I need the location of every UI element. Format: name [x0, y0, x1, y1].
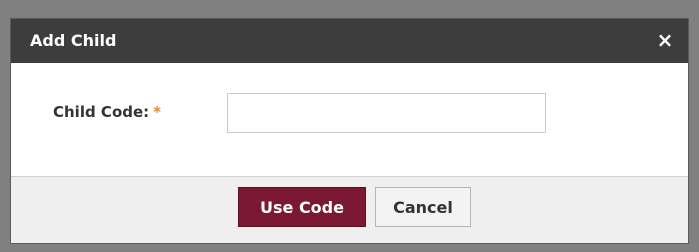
child-code-label: Child Code: *: [53, 103, 161, 121]
dialog-body: Child Code: *: [11, 63, 688, 177]
use-code-button[interactable]: Use Code: [238, 187, 366, 227]
dialog-footer: Use Code Cancel: [11, 177, 688, 243]
required-marker: *: [153, 103, 162, 121]
dialog-titlebar: Add Child ×: [11, 19, 688, 63]
child-code-input[interactable]: [227, 93, 546, 133]
child-code-label-text: Child Code:: [53, 103, 150, 121]
cancel-button[interactable]: Cancel: [375, 187, 471, 227]
dialog-title: Add Child: [30, 31, 117, 50]
add-child-dialog: Add Child × Child Code: * Use Code Cancel: [10, 18, 689, 244]
close-icon[interactable]: ×: [656, 30, 674, 50]
